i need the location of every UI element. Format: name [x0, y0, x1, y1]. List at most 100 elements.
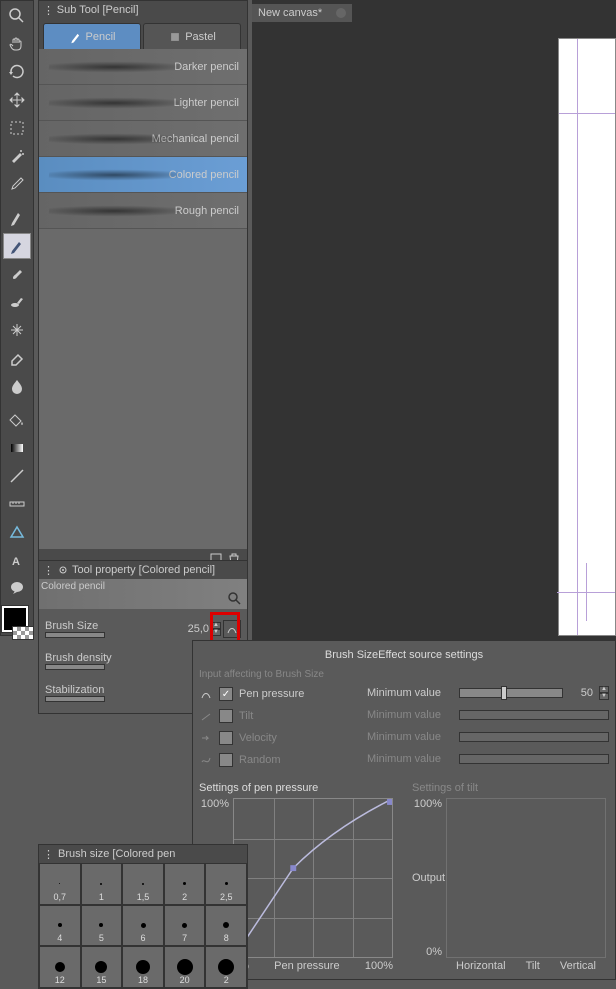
random-checkbox[interactable]: [219, 753, 233, 767]
brush-size-cell[interactable]: 12: [39, 946, 81, 988]
brush-lighter-pencil[interactable]: Lighter pencil: [39, 85, 247, 121]
brush-size-value: 18: [138, 975, 148, 985]
brush-size-value[interactable]: 25,0: [188, 623, 209, 635]
random-icon: [199, 753, 213, 767]
transparent-color[interactable]: [12, 626, 34, 640]
guide-horizontal: [559, 113, 615, 114]
brush-size-cell[interactable]: 5: [81, 905, 123, 947]
brush-rough-pencil[interactable]: Rough pencil: [39, 193, 247, 229]
brush-size-label: Brush Size: [45, 620, 105, 632]
panel-grip-icon: ⋮: [43, 4, 54, 17]
balloon-tool[interactable]: [3, 575, 31, 601]
blend-tool[interactable]: [3, 373, 31, 399]
min-value-row-disabled: Minimum value: [367, 705, 609, 725]
brush-size-dynamics-button[interactable]: [223, 620, 241, 638]
min-value-number[interactable]: 50: [569, 687, 593, 699]
brush-size-value: 2,5: [220, 892, 233, 902]
disabled-slider: [459, 710, 609, 720]
brush-size-bar[interactable]: [45, 632, 105, 638]
x-axis-100: 100%: [365, 960, 393, 972]
eraser-tool[interactable]: [3, 345, 31, 371]
brush-density-label: Brush density: [45, 652, 112, 664]
pressure-curve-editor[interactable]: [233, 798, 393, 958]
brush-size-stepper[interactable]: ▲▼: [211, 622, 221, 636]
magnify-icon[interactable]: [227, 591, 243, 607]
hand-tool[interactable]: [3, 31, 31, 57]
canvas[interactable]: [558, 38, 616, 636]
brush-list: Darker pencil Lighter pencil Mechanical …: [39, 49, 247, 229]
gear-icon[interactable]: [58, 565, 68, 575]
tab-pastel[interactable]: Pastel: [143, 23, 241, 49]
brush-size-cell[interactable]: 1: [81, 863, 123, 905]
brush-size-value: 1: [99, 892, 104, 902]
brush-mechanical-pencil[interactable]: Mechanical pencil: [39, 121, 247, 157]
brush-label: Darker pencil: [174, 61, 239, 73]
min-value-row: Minimum value 50 ▲▼: [367, 683, 609, 703]
y-axis-100: 100%: [412, 798, 442, 810]
pencil-tool[interactable]: [3, 233, 31, 259]
velocity-checkbox[interactable]: [219, 731, 233, 745]
min-value-stepper[interactable]: ▲▼: [599, 686, 609, 700]
brush-size-value: 15: [96, 975, 106, 985]
airbrush-tool[interactable]: [3, 289, 31, 315]
brush-darker-pencil[interactable]: Darker pencil: [39, 49, 247, 85]
close-icon[interactable]: [336, 8, 346, 18]
graph-title: Settings of pen pressure: [199, 782, 396, 794]
shape-tool[interactable]: [3, 519, 31, 545]
velocity-row: Velocity: [199, 728, 359, 748]
brush-size-cell[interactable]: 4: [39, 905, 81, 947]
tilt-row: Tilt: [199, 706, 359, 726]
disabled-slider: [459, 754, 609, 764]
y-axis-0: 0%: [412, 946, 442, 958]
guide-cross: [557, 563, 615, 621]
brush-size-cell[interactable]: 2,5: [205, 863, 247, 905]
ruler-tool[interactable]: [3, 491, 31, 517]
brush-size-cell[interactable]: 15: [81, 946, 123, 988]
fill-tool[interactable]: [3, 407, 31, 433]
decoration-tool[interactable]: [3, 317, 31, 343]
pen-pressure-row: Pen pressure: [199, 684, 359, 704]
wand-tool[interactable]: [3, 143, 31, 169]
brush-size-cell[interactable]: 18: [122, 946, 164, 988]
selection-rect-tool[interactable]: [3, 115, 31, 141]
canvas-tab-label: New canvas*: [258, 7, 322, 19]
tab-pencil[interactable]: Pencil: [43, 23, 141, 49]
pen-pressure-checkbox[interactable]: [219, 687, 233, 701]
brush-size-header: ⋮ Brush size [Colored pen: [39, 845, 247, 863]
brush-size-cell[interactable]: 6: [122, 905, 164, 947]
move-tool[interactable]: [3, 87, 31, 113]
zoom-tool[interactable]: [3, 3, 31, 29]
brush-size-cell[interactable]: 20: [164, 946, 206, 988]
velocity-icon: [199, 731, 213, 745]
canvas-tab[interactable]: New canvas*: [252, 4, 352, 22]
brush-size-cell[interactable]: 0,7: [39, 863, 81, 905]
min-value-slider[interactable]: [459, 688, 563, 698]
rotate-tool[interactable]: [3, 59, 31, 85]
brush-size-value: 2: [182, 892, 187, 902]
subtool-title: Sub Tool [Pencil]: [57, 4, 139, 16]
brush-size-value: 2: [224, 975, 229, 985]
text-tool[interactable]: A: [3, 547, 31, 573]
brush-size-cell[interactable]: 7: [164, 905, 206, 947]
brush-size-value: 12: [55, 975, 65, 985]
brush-density-bar[interactable]: [45, 664, 105, 670]
brush-tool[interactable]: [3, 261, 31, 287]
gradient-tool[interactable]: [3, 435, 31, 461]
eyedropper-tool[interactable]: [3, 171, 31, 197]
pen-tool[interactable]: [3, 205, 31, 231]
pressure-curve[interactable]: [234, 799, 392, 957]
svg-text:A: A: [12, 556, 20, 568]
brush-size-value: 6: [141, 933, 146, 943]
brush-colored-pencil[interactable]: Colored pencil: [39, 157, 247, 193]
min-value-row-disabled: Minimum value: [367, 749, 609, 769]
tilt-curve-editor: [446, 798, 606, 958]
line-tool[interactable]: [3, 463, 31, 489]
disabled-slider: [459, 732, 609, 742]
tilt-graph: Settings of tilt 100% Output 0% Horizont…: [412, 782, 609, 972]
stabilization-bar[interactable]: [45, 696, 105, 702]
brush-size-cell[interactable]: 2: [205, 946, 247, 988]
brush-size-cell[interactable]: 2: [164, 863, 206, 905]
brush-size-cell[interactable]: 8: [205, 905, 247, 947]
tilt-checkbox[interactable]: [219, 709, 233, 723]
brush-size-cell[interactable]: 1,5: [122, 863, 164, 905]
